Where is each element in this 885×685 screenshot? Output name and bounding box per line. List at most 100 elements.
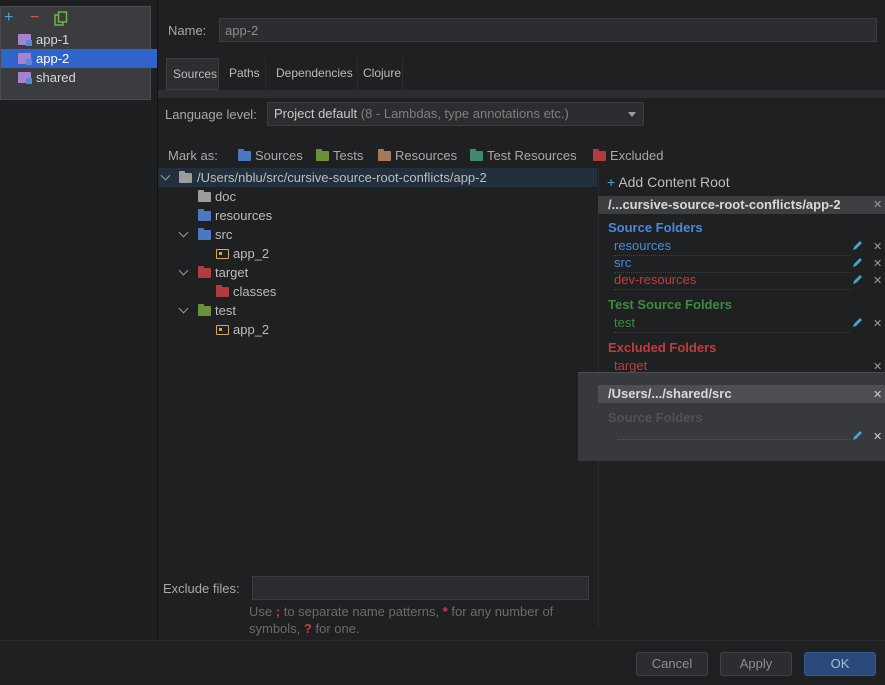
test-source-folders-title: Test Source Folders [608,297,733,312]
exclude-files-input[interactable] [252,576,589,600]
source-folders-title: Source Folders [608,220,703,235]
mark-as-label: Mark as: [168,148,218,163]
folder-icon [198,190,211,202]
content-root-path: /...cursive-source-root-conflicts/app-2 [608,197,841,212]
remove-folder-button[interactable]: ✕ [873,257,882,270]
tree-src-label: src [215,227,233,242]
remove-folder-button[interactable]: ✕ [873,240,882,253]
edit-pencil-icon[interactable] [852,273,864,285]
tree-test-label: test [215,303,236,318]
source-folder-entry: resources [614,238,850,256]
copy-module-button[interactable] [54,11,68,30]
tab-sources[interactable]: Sources [166,58,219,90]
modules-panel [0,0,158,684]
apply-button[interactable]: Apply [720,652,792,676]
remove-folder-button[interactable]: ✕ [873,430,882,443]
language-level-hint: (8 - Lambdas, type annotations etc.) [360,106,569,121]
excluded-folder-icon [198,266,211,278]
edit-pencil-icon[interactable] [852,429,864,441]
test-folder-label: test [614,315,635,330]
language-level-select[interactable]: Project default (8 - Lambdas, type annot… [267,102,644,126]
mark-sources-label: Sources [255,148,303,163]
module-item-shared[interactable]: shared [1,68,156,87]
module-label: shared [36,70,76,85]
language-level-value: Project default [274,106,358,121]
tab-dependencies[interactable]: Dependencies [270,58,358,90]
edit-pencil-icon[interactable] [852,316,864,328]
source-folder-label: dev-resources [614,272,697,287]
mark-excluded-label: Excluded [610,148,664,163]
tree-row-test-package[interactable]: app_2 [158,320,597,339]
remove-module-button[interactable]: − [30,10,39,26]
tests-folder-icon [316,149,329,161]
tree-row-src-package[interactable]: app_2 [158,244,597,263]
edit-pencil-icon[interactable] [852,256,864,268]
source-folder-label: src [614,255,632,270]
source-folder-entry: src [614,255,850,273]
tree-root-label: /Users/nblu/src/cursive-source-root-conf… [197,170,487,185]
add-content-root-button[interactable]: + Add Content Root [607,174,730,190]
mark-test-resources-button[interactable]: Test Resources [470,148,577,163]
modules-list: + − app-1 app-2 shared [0,6,157,100]
tree-row-src[interactable]: src [158,225,597,244]
mark-resources-label: Resources [395,148,458,163]
chevron-down-icon [160,170,171,181]
folder-icon [179,171,192,183]
package-icon [216,325,229,335]
mark-tests-label: Tests [333,148,364,163]
mark-sources-button[interactable]: Sources [238,148,303,163]
tree-row-doc[interactable]: doc [158,187,597,206]
excluded-folder-icon [593,149,606,161]
module-item-app-1[interactable]: app-1 [1,30,156,49]
exclude-help-line-1: Use ; to separate name patterns, * for a… [249,604,554,619]
tab-clojure[interactable]: Clojure [357,58,403,90]
resources-folder-icon [198,209,211,221]
mark-excluded-button[interactable]: Excluded [593,148,663,163]
tree-row-target[interactable]: target [158,263,597,282]
tree-row-test[interactable]: test [158,301,597,320]
source-folder-label: resources [614,238,672,253]
cancel-button[interactable]: Cancel [636,652,708,676]
content-root-header-shared: /Users/.../shared/src [598,385,885,403]
module-label: app-1 [36,32,70,47]
mark-resources-button[interactable]: Resources [378,148,457,163]
exclude-files-label: Exclude files: [163,581,240,596]
chevron-down-icon [628,112,636,117]
mark-tests-button[interactable]: Tests [316,148,363,163]
edit-pencil-icon[interactable] [852,239,864,251]
tree-src-package-label: app_2 [233,246,270,261]
resources-folder-icon [378,149,391,161]
tree-row-root[interactable]: /Users/nblu/src/cursive-source-root-conf… [158,168,597,187]
name-label: Name: [168,23,207,38]
tree-doc-label: doc [215,189,236,204]
content-root-header-app-2: /...cursive-source-root-conflicts/app-2 [598,196,885,214]
excluded-folder-icon [216,285,229,297]
tree-resources-label: resources [215,208,273,223]
remove-content-root-button[interactable]: ✕ [873,388,882,401]
ok-button[interactable]: OK [804,652,876,676]
module-icon [18,53,32,65]
tree-test-package-label: app_2 [233,322,270,337]
test-folder-entry: test [614,315,850,333]
test-resources-folder-icon [470,149,483,161]
tree-row-resources[interactable]: resources [158,206,597,225]
module-label: app-2 [36,51,70,66]
sources-folder-icon [198,228,211,240]
chevron-down-icon [178,265,189,276]
mark-test-resources-label: Test Resources [487,148,577,163]
tests-folder-icon [198,304,211,316]
add-content-root-label: Add Content Root [618,174,730,190]
tree-row-classes[interactable]: classes [158,282,597,301]
module-item-app-2[interactable]: app-2 [1,49,157,68]
language-level-label: Language level: [165,107,257,122]
shared-source-folder-entry [618,439,850,440]
add-module-button[interactable]: + [4,10,13,26]
remove-folder-button[interactable]: ✕ [873,274,882,287]
tree-target-label: target [215,265,249,280]
tab-paths[interactable]: Paths [223,58,266,90]
copy-icon [54,11,68,26]
module-name-input[interactable]: app-2 [219,18,877,42]
remove-content-root-button[interactable]: ✕ [873,198,882,211]
remove-folder-button[interactable]: ✕ [873,317,882,330]
module-icon [18,72,32,84]
